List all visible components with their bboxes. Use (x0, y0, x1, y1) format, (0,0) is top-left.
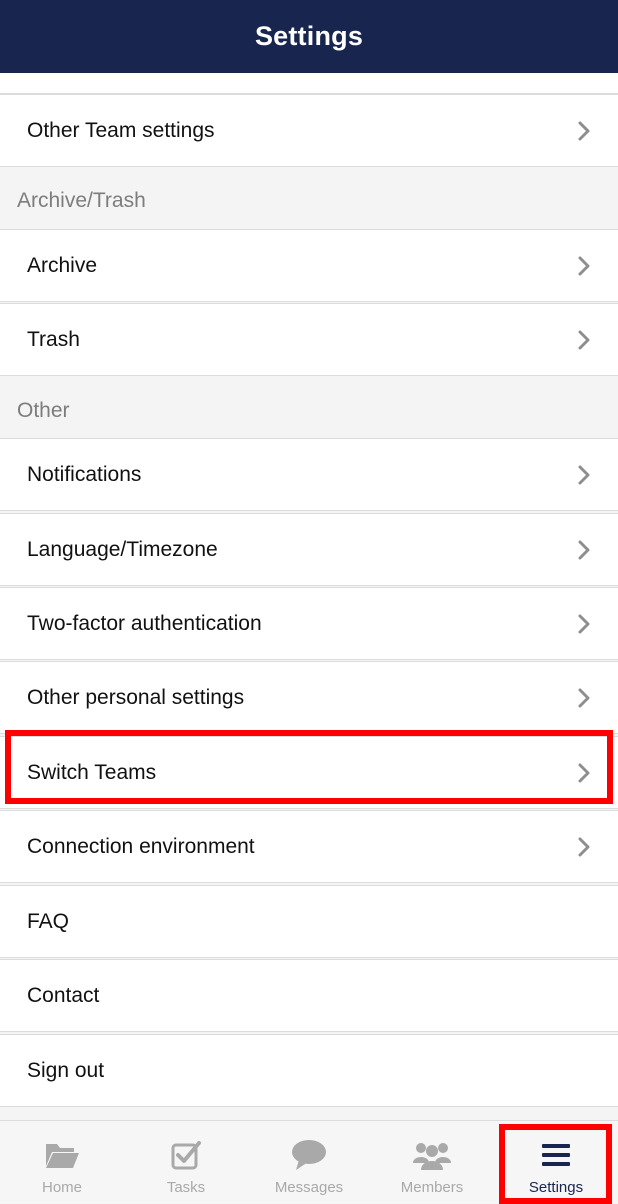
row-other-personal-settings[interactable]: Other personal settings (0, 661, 618, 734)
row-notifications[interactable]: Notifications (0, 438, 618, 511)
tab-label: Home (41, 1179, 82, 1196)
row-label: Connection environment (27, 834, 255, 858)
row-label: Sign out (27, 1058, 105, 1082)
tab-label: Messages (274, 1179, 344, 1196)
row-other-team-settings[interactable]: Other Team settings (0, 94, 618, 167)
section-header-other: Other (0, 377, 618, 433)
tab-bar: Home Tasks Messages Members Settings (0, 1120, 618, 1204)
row-label: Notifications (27, 462, 142, 486)
chevron-right-icon (576, 120, 592, 142)
chevron-right-icon (576, 464, 592, 486)
chevron-right-icon (576, 255, 592, 277)
chevron-right-icon (576, 329, 592, 351)
section-label: Other (17, 399, 70, 422)
row-label: Other Team settings (27, 118, 215, 142)
app-header: Settings (0, 0, 618, 73)
row-label: FAQ (27, 909, 70, 933)
tab-settings[interactable]: Settings (494, 1121, 618, 1203)
row-label: Trash (27, 327, 80, 351)
settings-list: Other Team settings Archive/Trash Archiv… (0, 73, 618, 1120)
tab-messages[interactable]: Messages (247, 1121, 371, 1203)
row-label: Switch Teams (27, 760, 157, 784)
scrolled-row-edge (0, 73, 618, 94)
chevron-right-icon (576, 687, 592, 709)
row-label: Two-factor authentication (27, 611, 262, 635)
chevron-right-icon (576, 836, 592, 858)
folder-open-icon (44, 1137, 80, 1173)
chevron-right-icon (576, 539, 592, 561)
hamburger-menu-icon (541, 1137, 571, 1173)
row-contact[interactable]: Contact (0, 959, 618, 1032)
row-connection-environment[interactable]: Connection environment (0, 810, 618, 883)
row-sign-out[interactable]: Sign out (0, 1034, 618, 1107)
speech-bubble-icon (291, 1137, 327, 1173)
chevron-right-icon (576, 762, 592, 784)
tab-label: Tasks (166, 1179, 206, 1196)
checkbox-icon (170, 1137, 202, 1173)
row-switch-teams[interactable]: Switch Teams (0, 736, 618, 809)
row-trash[interactable]: Trash (0, 303, 618, 376)
page-title: Settings (254, 21, 364, 51)
tab-tasks[interactable]: Tasks (124, 1121, 248, 1203)
tab-home[interactable]: Home (0, 1121, 124, 1203)
section-label: Archive/Trash (17, 189, 146, 212)
tab-label: Members (400, 1179, 464, 1196)
row-archive[interactable]: Archive (0, 229, 618, 302)
row-label: Archive (27, 253, 98, 277)
group-icon (413, 1137, 451, 1173)
row-label: Language/Timezone (27, 537, 218, 561)
row-label: Contact (27, 983, 100, 1007)
tab-members[interactable]: Members (370, 1121, 494, 1203)
chevron-right-icon (576, 613, 592, 635)
row-language-timezone[interactable]: Language/Timezone (0, 513, 618, 586)
section-header-archive-trash: Archive/Trash (0, 167, 618, 223)
row-two-factor-authentication[interactable]: Two-factor authentication (0, 587, 618, 660)
row-faq[interactable]: FAQ (0, 885, 618, 958)
row-label: Other personal settings (27, 685, 245, 709)
tab-label: Settings (528, 1179, 584, 1196)
